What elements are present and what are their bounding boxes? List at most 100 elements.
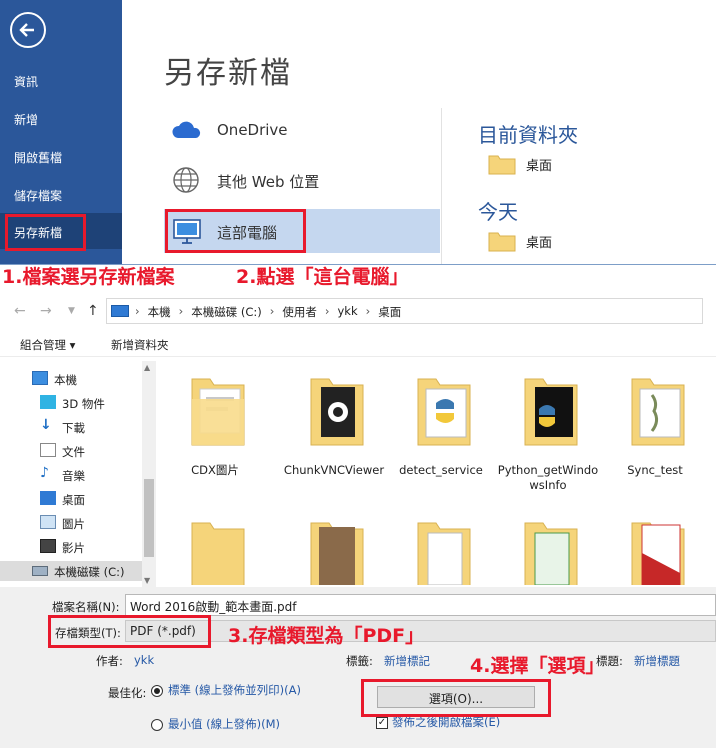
save-as-dialog: ← → ▼ ↑ › 本機 › 本機磁碟 (C:) › 使用者 › ykk › 桌… bbox=[0, 264, 716, 748]
file-label: ChunkVNCViewer bbox=[283, 463, 385, 477]
today-heading: 今天 bbox=[478, 200, 518, 224]
folder-icon bbox=[417, 522, 471, 585]
chevron-right-icon: › bbox=[269, 304, 275, 318]
file-label: Sync_test bbox=[627, 463, 683, 477]
chevron-right-icon: › bbox=[365, 304, 371, 318]
up-arrow-icon[interactable]: ↑ bbox=[87, 303, 99, 319]
tree-item-label: 圖片 bbox=[62, 517, 85, 531]
divider bbox=[441, 108, 442, 264]
document-icon bbox=[40, 443, 56, 457]
folder-icon bbox=[524, 378, 578, 446]
folder-icon bbox=[631, 378, 685, 446]
navigation-bar: ← → ▼ ↑ › 本機 › 本機磁碟 (C:) › 使用者 › ykk › 桌… bbox=[0, 295, 716, 327]
scroll-down-icon[interactable]: ▼ bbox=[144, 576, 150, 585]
breadcrumb-item[interactable]: 本機磁碟 (C:) bbox=[191, 304, 262, 320]
breadcrumb-item[interactable]: 使用者 bbox=[282, 304, 317, 320]
breadcrumb-item[interactable]: 本機 bbox=[148, 304, 171, 320]
address-bar[interactable]: › 本機 › 本機磁碟 (C:) › 使用者 › ykk › 桌面 bbox=[106, 298, 703, 324]
breadcrumb: › 本機 › 本機磁碟 (C:) › 使用者 › ykk › 桌面 bbox=[135, 304, 401, 320]
organize-button[interactable]: 組合管理 ▾ bbox=[20, 337, 75, 353]
location-other-web[interactable]: 其他 Web 位置 bbox=[164, 158, 440, 202]
save-options-panel: 檔案名稱(N): Word 2016啟動_範本畫面.pdf 存檔類型(T): P… bbox=[0, 587, 716, 748]
radio-standard[interactable] bbox=[151, 685, 163, 697]
scroll-up-icon[interactable]: ▲ bbox=[144, 363, 150, 372]
nav-open[interactable]: 開啟舊檔 bbox=[14, 149, 62, 166]
file-label: detect_service bbox=[399, 463, 483, 477]
tree-item-label: 3D 物件 bbox=[62, 397, 105, 411]
radio-minimum[interactable] bbox=[151, 719, 163, 731]
folder-icon bbox=[310, 522, 364, 585]
cube-icon bbox=[40, 395, 56, 409]
back-button[interactable] bbox=[10, 12, 46, 48]
breadcrumb-item[interactable]: ykk bbox=[337, 304, 357, 320]
computer-icon bbox=[32, 371, 48, 385]
annotation-step1: 1.檔案選另存新檔案 bbox=[2, 266, 175, 288]
file-label: CDX圖片 bbox=[191, 463, 239, 477]
page-title: 另存新檔 bbox=[164, 56, 292, 91]
folder-icon bbox=[631, 522, 685, 585]
nav-info[interactable]: 資訊 bbox=[14, 73, 38, 90]
filename-field[interactable]: Word 2016啟動_範本畫面.pdf bbox=[125, 594, 716, 616]
folder-icon bbox=[417, 378, 471, 446]
open-after-checkbox[interactable]: ✓ bbox=[376, 717, 388, 729]
optimize-label: 最佳化: bbox=[108, 686, 147, 700]
location-label: 其他 Web 位置 bbox=[217, 173, 320, 191]
file-list: CDX圖片 ChunkVNCViewer detect_service Pyth… bbox=[162, 365, 716, 585]
highlight-this-pc bbox=[165, 209, 306, 253]
radio-standard-label[interactable]: 標準 (線上發佈並列印)(A) bbox=[168, 683, 308, 698]
tree-item-label: 本機 bbox=[54, 373, 77, 387]
folder-icon bbox=[191, 378, 245, 446]
location-onedrive[interactable]: OneDrive bbox=[164, 108, 440, 152]
author-value[interactable]: ykk bbox=[134, 653, 154, 667]
desktop-icon bbox=[40, 491, 56, 505]
folder-label: 桌面 bbox=[526, 159, 553, 174]
nav-save[interactable]: 儲存檔案 bbox=[14, 187, 62, 204]
picture-icon bbox=[40, 515, 56, 529]
current-folder-heading: 目前資料夾 bbox=[478, 123, 578, 147]
folder-icon bbox=[524, 522, 578, 585]
globe-icon bbox=[173, 167, 199, 193]
music-icon: ♪ bbox=[40, 465, 49, 481]
tree-item-local-disk[interactable]: 本機磁碟 (C:) bbox=[0, 561, 142, 581]
chevron-right-icon: › bbox=[324, 304, 330, 318]
scroll-thumb[interactable] bbox=[144, 479, 154, 557]
tags-value[interactable]: 新增標記 bbox=[384, 653, 430, 669]
file-label: Python_getWindowsInfo bbox=[497, 463, 599, 492]
tree-item-label: 桌面 bbox=[62, 493, 85, 507]
forward-arrow-icon[interactable]: → bbox=[40, 303, 52, 319]
tags-label: 標籤: bbox=[346, 654, 373, 668]
tree-item-label: 影片 bbox=[62, 541, 85, 555]
tree-item-label: 本機磁碟 (C:) bbox=[54, 565, 125, 579]
filename-label: 檔案名稱(N): bbox=[52, 600, 120, 614]
open-after-label[interactable]: 發佈之後開啟檔案(E) bbox=[392, 715, 500, 730]
folder-icon bbox=[488, 155, 516, 175]
command-bar: 組合管理 ▾ 新增資料夾 bbox=[0, 331, 716, 357]
subject-value[interactable]: 新增標題 bbox=[634, 653, 680, 669]
annotation-step2: 2.點選「這台電腦」 bbox=[236, 266, 409, 288]
folder-icon bbox=[488, 232, 516, 252]
highlight-filetype bbox=[48, 615, 211, 648]
nav-new[interactable]: 新增 bbox=[14, 111, 38, 128]
back-arrow-icon bbox=[19, 23, 34, 37]
chevron-down-icon[interactable]: ▼ bbox=[68, 306, 75, 316]
tree-scrollbar[interactable]: ▲ ▼ bbox=[142, 361, 156, 587]
highlight-save-as bbox=[5, 214, 86, 251]
computer-icon bbox=[111, 305, 129, 317]
radio-minimum-label[interactable]: 最小值 (線上發佈)(M) bbox=[168, 717, 280, 732]
annotation-step3: 3.存檔類型為「PDF」 bbox=[228, 625, 425, 647]
back-arrow-icon[interactable]: ← bbox=[14, 303, 26, 319]
breadcrumb-item[interactable]: 桌面 bbox=[378, 304, 401, 320]
video-icon bbox=[40, 539, 56, 553]
folder-icon bbox=[310, 378, 364, 446]
folder-icon bbox=[191, 522, 245, 585]
new-folder-button[interactable]: 新增資料夾 bbox=[111, 337, 169, 353]
annotation-step4: 4.選擇「選項」 bbox=[470, 655, 605, 677]
drive-icon bbox=[32, 566, 48, 576]
navigation-tree: 本機 3D 物件 ↓ 下載 文件 ♪ 音樂 桌面 圖片 影片 本機磁碟 (C:) bbox=[0, 359, 156, 587]
location-label: OneDrive bbox=[217, 121, 288, 139]
author-label: 作者: bbox=[96, 654, 123, 668]
chevron-right-icon: › bbox=[135, 304, 140, 318]
download-icon: ↓ bbox=[40, 417, 52, 433]
tree-item-label: 下載 bbox=[62, 421, 85, 435]
highlight-options bbox=[361, 679, 551, 717]
